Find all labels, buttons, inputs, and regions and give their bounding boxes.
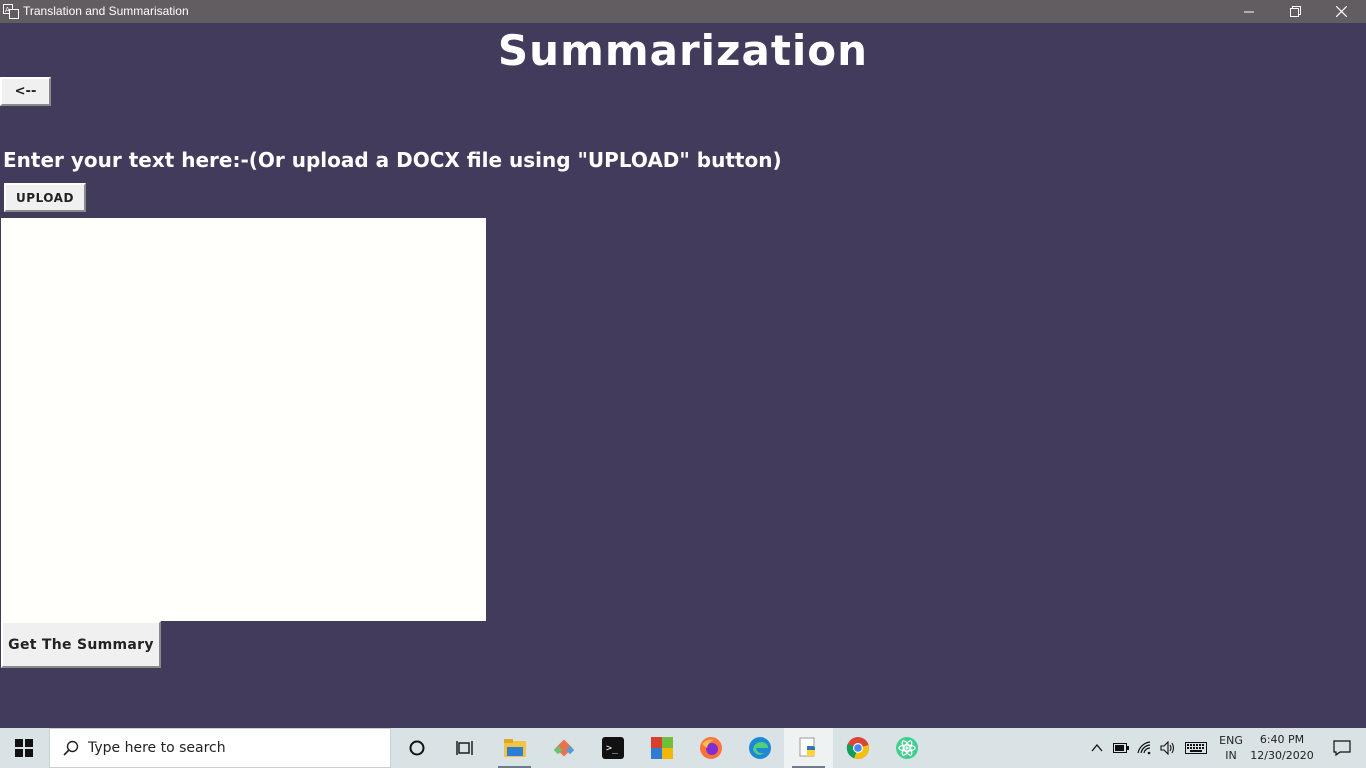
wifi-button[interactable] <box>1134 728 1156 768</box>
chevron-up-icon <box>1091 744 1103 752</box>
file-explorer-icon <box>503 739 526 757</box>
get-summary-button[interactable]: Get The Summary <box>1 621 161 668</box>
upload-button[interactable]: UPLOAD <box>4 183 86 212</box>
svg-text:>_: >_ <box>606 743 619 754</box>
python-icon <box>799 737 815 757</box>
edge-icon <box>748 737 771 759</box>
notification-icon <box>1333 740 1351 756</box>
taskbar: Type here to search >_ ENG IN 6:40 PM 12… <box>0 728 1366 768</box>
search-icon <box>62 739 80 757</box>
app-icon: A <box>3 4 19 19</box>
search-placeholder: Type here to search <box>88 740 226 756</box>
volume-button[interactable] <box>1157 728 1179 768</box>
taskbar-chrome[interactable] <box>833 728 882 768</box>
firefox-icon <box>699 737 722 759</box>
minimize-icon <box>1244 11 1254 12</box>
show-hidden-icons-button[interactable] <box>1086 728 1108 768</box>
window-titlebar[interactable]: A Translation and Summarisation <box>0 0 1366 23</box>
taskbar-edge[interactable] <box>735 728 784 768</box>
lang-code: ENG <box>1219 734 1243 747</box>
battery-icon <box>1113 743 1129 753</box>
windows-icon <box>15 739 33 757</box>
back-button[interactable]: <-- <box>0 77 51 106</box>
clock-time: 6:40 PM <box>1259 733 1305 746</box>
taskbar-clock[interactable]: 6:40 PM 12/30/2020 <box>1249 728 1315 768</box>
close-icon <box>1335 6 1347 17</box>
terminal-icon: >_ <box>601 737 624 759</box>
volume-icon <box>1160 741 1175 755</box>
battery-button[interactable] <box>1110 728 1132 768</box>
taskbar-search-box[interactable]: Type here to search <box>49 728 391 768</box>
taskbar-file-explorer[interactable] <box>490 728 539 768</box>
chrome-icon <box>846 737 869 759</box>
git-icon <box>553 739 574 757</box>
task-view-icon <box>455 741 473 755</box>
atom-icon <box>895 737 918 759</box>
cortana-icon <box>409 740 424 756</box>
lang-region: IN <box>1225 749 1237 762</box>
taskbar-atom[interactable] <box>882 728 931 768</box>
keyboard-icon <box>1185 742 1207 754</box>
taskbar-terminal[interactable]: >_ <box>588 728 637 768</box>
window-title: Translation and Summarisation <box>23 4 189 18</box>
task-view-button[interactable] <box>440 728 489 768</box>
app-icon <box>650 737 673 759</box>
cortana-button[interactable] <box>392 728 441 768</box>
action-center-button[interactable] <box>1318 728 1366 768</box>
restore-button[interactable] <box>1272 0 1318 23</box>
touch-keyboard-button[interactable] <box>1182 728 1210 768</box>
taskbar-git[interactable] <box>539 728 588 768</box>
taskbar-app[interactable] <box>637 728 686 768</box>
restore-icon <box>1289 6 1301 17</box>
taskbar-firefox[interactable] <box>686 728 735 768</box>
input-language-indicator[interactable]: ENG IN <box>1213 728 1249 768</box>
text-input-area[interactable] <box>1 218 486 621</box>
close-button[interactable] <box>1318 0 1364 23</box>
start-button[interactable] <box>0 728 48 768</box>
wifi-icon <box>1137 741 1151 755</box>
input-prompt-label: Enter your text here:-(Or upload a DOCX … <box>3 148 782 172</box>
clock-date: 12/30/2020 <box>1250 749 1314 762</box>
svg-text:A: A <box>5 6 10 14</box>
taskbar-python[interactable] <box>784 728 833 768</box>
minimize-button[interactable] <box>1226 0 1272 23</box>
page-title: Summarization <box>497 26 869 75</box>
